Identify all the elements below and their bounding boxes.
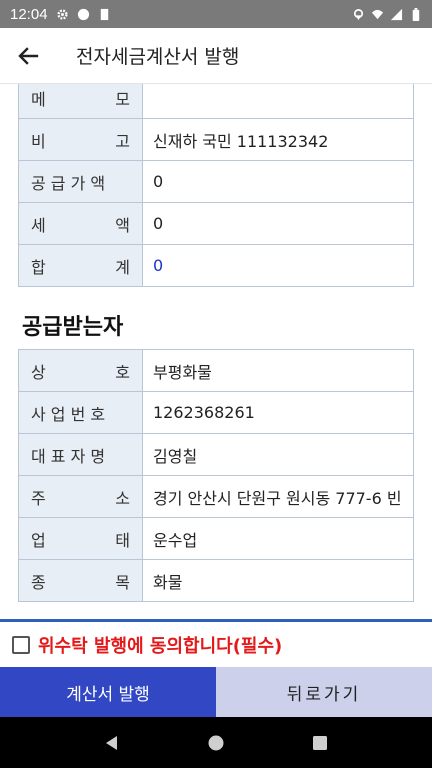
field-value: 화물 xyxy=(142,559,414,602)
field-label-part: 모 xyxy=(115,89,130,109)
field-label-part: 메 xyxy=(31,89,46,109)
field-label-part: 액 xyxy=(115,215,130,235)
field-label: 비고 xyxy=(18,118,143,161)
field-value: 0 xyxy=(142,244,414,287)
signal-icon xyxy=(390,8,403,20)
field-label-part: 주 xyxy=(31,488,46,508)
field-label-text: 공 급 가 액 xyxy=(31,170,130,194)
field-label-part: 상 xyxy=(31,362,46,382)
field-value: 김영칠 xyxy=(142,433,414,476)
nav-back-icon[interactable] xyxy=(103,734,121,752)
field-label-part: 종 xyxy=(31,572,46,592)
table-row: 공 급 가 액 0 xyxy=(18,160,414,203)
field-label: 업태 xyxy=(18,517,143,560)
field-label-text: 사 업 번 호 xyxy=(31,401,130,425)
gear-icon xyxy=(56,8,68,20)
field-label-part: 고 xyxy=(115,131,130,151)
field-label-part: 태 xyxy=(115,530,130,550)
status-time: 12:04 xyxy=(10,5,48,23)
field-label: 합계 xyxy=(18,244,143,287)
status-bar: 12:04 xyxy=(0,0,432,28)
supplier-table: 메 모 비 고 신재하 국민 111132342 공 급 가 액0세액0합계0 xyxy=(18,84,414,287)
table-row: 대 표 자 명 김영칠 xyxy=(18,433,414,476)
nav-home-icon[interactable] xyxy=(207,734,225,752)
field-label-part: 세 xyxy=(31,215,46,235)
location-icon xyxy=(353,8,364,20)
field-label-text: 종목 xyxy=(31,569,130,593)
field-value: 신재하 국민 111132342 xyxy=(142,118,414,161)
table-row: 사 업 번 호 1262368261 xyxy=(18,391,414,434)
agreement-row[interactable]: 위수탁 발행에 동의합니다(필수) xyxy=(0,622,432,667)
nav-recents-icon[interactable] xyxy=(311,734,329,752)
field-label-text: 대 표 자 명 xyxy=(31,443,130,467)
field-value: 운수업 xyxy=(142,517,414,560)
field-label-part: 대 표 자 명 xyxy=(31,446,106,466)
go-back-button[interactable]: 뒤로가기 xyxy=(216,667,432,717)
table-row: 합계0 xyxy=(18,244,414,287)
table-row: 세액0 xyxy=(18,202,414,245)
agreement-checkbox[interactable] xyxy=(12,635,30,654)
field-label: 메모 xyxy=(18,84,143,119)
field-value: 1262368261 xyxy=(142,391,414,434)
form-content[interactable]: 메 모 비 고 신재하 국민 111132342 공 급 가 액0세액0합계0 공급받는자… xyxy=(0,84,432,618)
wifi-icon xyxy=(371,9,384,19)
issue-invoice-button[interactable]: 계산서 발행 xyxy=(0,667,216,717)
field-value xyxy=(142,84,414,119)
arrow-left-icon xyxy=(18,46,39,65)
page-title: 전자세금계산서 발행 xyxy=(76,46,240,68)
field-value: 경기 안산시 단원구 원시동 777-6 빈 xyxy=(142,475,414,518)
field-label: 세액 xyxy=(18,202,143,245)
table-row: 메모 xyxy=(18,84,414,119)
field-label-part: 업 xyxy=(31,530,46,550)
field-label-text: 메모 xyxy=(31,86,130,110)
field-value: 0 xyxy=(142,160,414,203)
field-label: 대 표 자 명 xyxy=(18,433,143,476)
field-label-part: 합 xyxy=(31,257,46,277)
field-label-part: 소 xyxy=(115,488,130,508)
field-label-text: 업태 xyxy=(31,527,130,551)
field-label: 공 급 가 액 xyxy=(18,160,143,203)
field-label-text: 상호 xyxy=(31,359,130,383)
table-row: 종 목 화물 xyxy=(18,559,414,602)
battery-icon xyxy=(412,7,420,21)
field-label-part: 공 급 가 액 xyxy=(31,173,106,193)
field-label: 종목 xyxy=(18,559,143,602)
field-label-text: 비고 xyxy=(31,128,130,152)
field-value: 부평화물 xyxy=(142,349,414,392)
field-label-part: 비 xyxy=(31,131,46,151)
field-label-part: 목 xyxy=(115,572,130,592)
table-row: 상 호 부평화물 xyxy=(18,349,414,392)
field-label: 사 업 번 호 xyxy=(18,391,143,434)
field-label-text: 세액 xyxy=(31,212,130,236)
receiver-table: 상 호 부평화물 사 업 번 호 1262368261 대 표 자 명 김영칠 주 소 경기 안산… xyxy=(18,349,414,602)
table-row: 업 태 운수업 xyxy=(18,517,414,560)
field-label-part: 사 업 번 호 xyxy=(31,404,106,424)
field-label-text: 주소 xyxy=(31,485,130,509)
field-value: 0 xyxy=(142,202,414,245)
back-button[interactable] xyxy=(0,28,56,84)
receiver-section-title: 공급받는자 xyxy=(22,315,124,340)
sd-card-icon xyxy=(100,8,108,20)
field-label: 상호 xyxy=(18,349,143,392)
circle-icon xyxy=(77,8,89,20)
system-nav-bar xyxy=(0,717,432,768)
field-label: 주소 xyxy=(18,475,143,518)
table-row: 주 소 경기 안산시 단원구 원시동 777-6 빈 xyxy=(18,475,414,518)
app-bar: 전자세금계산서 발행 xyxy=(0,28,432,84)
field-label-part: 호 xyxy=(115,362,130,382)
field-label-part: 계 xyxy=(115,257,130,277)
field-label-text: 합계 xyxy=(31,254,130,278)
agreement-label[interactable]: 위수탁 발행에 동의합니다(필수) xyxy=(38,632,282,658)
table-row: 비 고 신재하 국민 111132342 xyxy=(18,118,414,161)
